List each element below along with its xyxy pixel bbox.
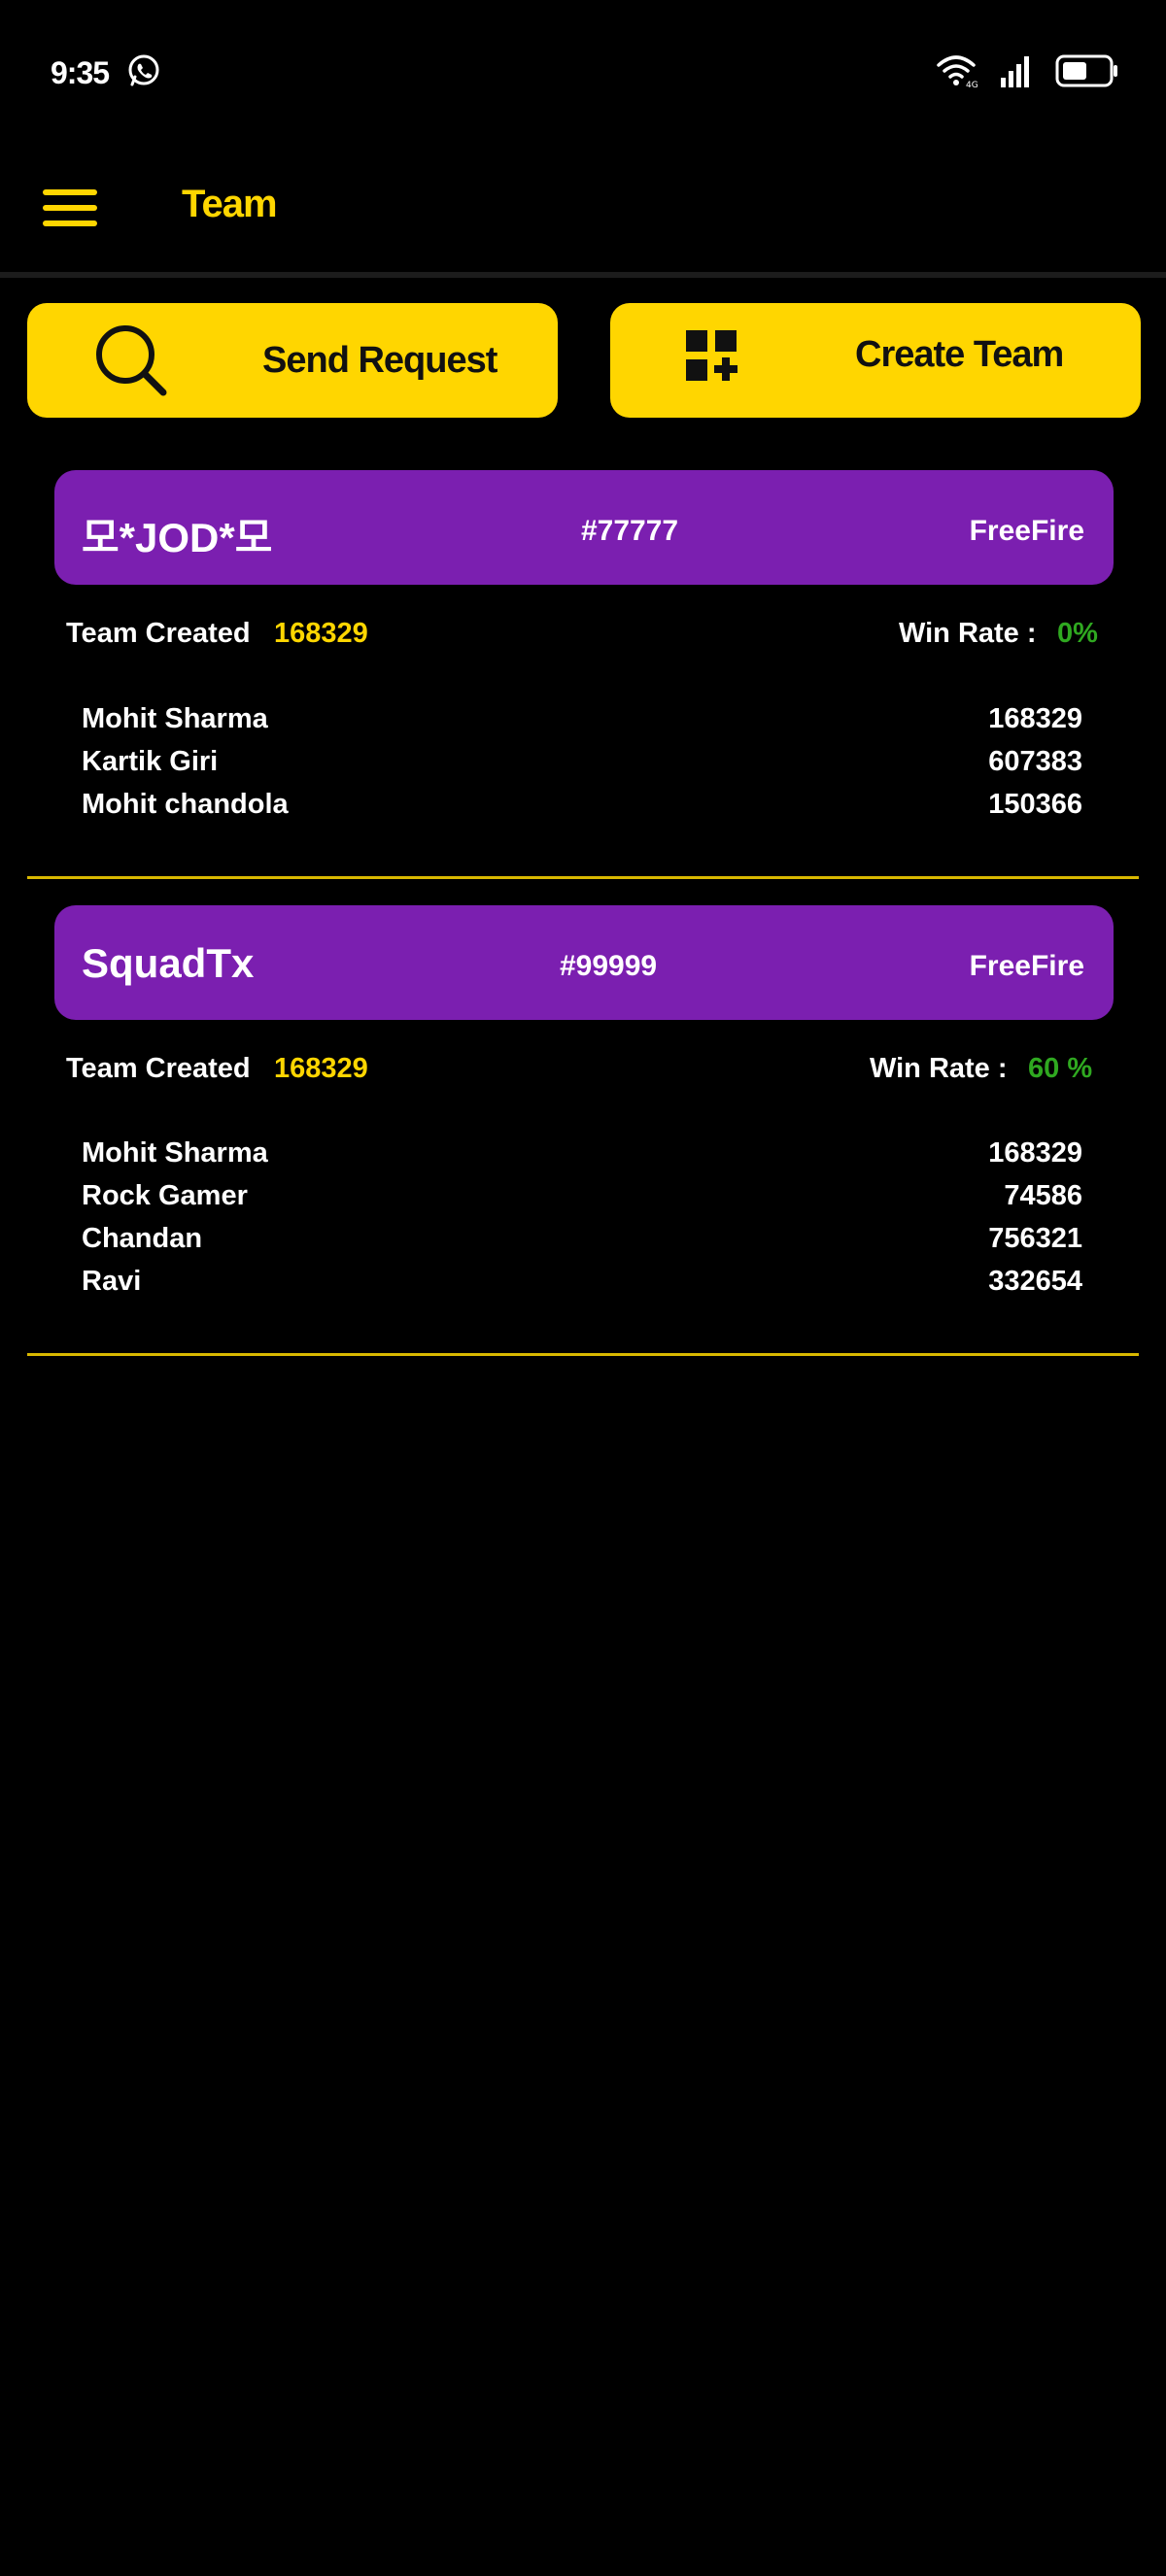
member-list: Mohit Sharma 168329 Rock Gamer 74586 Cha…: [82, 1132, 1082, 1303]
status-right: 4G: [935, 53, 1119, 93]
list-item: Mohit Sharma 168329: [82, 697, 1082, 740]
member-name: Mohit Sharma: [82, 1136, 268, 1169]
send-request-label: Send Request: [262, 340, 497, 381]
team-meta-row: Team Created 168329 Win Rate : 60 %: [0, 1053, 1166, 1092]
team-game: FreeFire: [969, 950, 1084, 982]
team-created-value: 168329: [274, 618, 368, 649]
search-icon: [93, 322, 171, 400]
create-team-label: Create Team: [855, 334, 1064, 375]
divider: [27, 1353, 1139, 1356]
member-id: 756321: [988, 1222, 1082, 1254]
list-item: Rock Gamer 74586: [82, 1174, 1082, 1217]
divider: [27, 876, 1139, 879]
member-name: Mohit Sharma: [82, 702, 268, 734]
team-name: 모*JOD*모: [82, 515, 273, 560]
team-created-label: Team Created: [66, 618, 251, 649]
team-created-value: 168329: [274, 1053, 368, 1084]
win-rate-value: 60 %: [1028, 1053, 1093, 1084]
win-rate-label: Win Rate :: [870, 1053, 1008, 1084]
member-id: 150366: [988, 788, 1082, 820]
win-rate-label: Win Rate :: [899, 618, 1037, 649]
member-id: 74586: [1004, 1179, 1082, 1211]
win-rate-value: 0%: [1057, 618, 1098, 649]
list-item: Mohit chandola 150366: [82, 783, 1082, 826]
list-item: Kartik Giri 607383: [82, 740, 1082, 783]
app-bar: Team: [0, 146, 1166, 278]
member-name: Ravi: [82, 1265, 142, 1297]
member-id: 607383: [988, 745, 1082, 777]
member-id: 168329: [988, 1136, 1082, 1169]
team-code: #99999: [560, 950, 658, 982]
team-game: FreeFire: [969, 515, 1084, 547]
member-name: Chandan: [82, 1222, 203, 1254]
team-header[interactable]: SquadTx #99999 FreeFire: [54, 905, 1114, 1020]
hamburger-menu-icon[interactable]: [43, 181, 97, 235]
member-list: Mohit Sharma 168329 Kartik Giri 607383 M…: [82, 697, 1082, 826]
status-bar: 9:35 4G: [0, 0, 1166, 146]
status-time: 9:35: [51, 54, 110, 90]
battery-icon: [1055, 54, 1119, 92]
wifi-icon: 4G: [935, 53, 978, 93]
team-created-label: Team Created: [66, 1053, 251, 1084]
svg-text:4G: 4G: [966, 81, 977, 88]
create-team-button[interactable]: Create Team: [610, 303, 1141, 418]
team-header[interactable]: 모*JOD*모 #77777 FreeFire: [54, 470, 1114, 585]
signal-icon: [999, 54, 1034, 92]
list-item: Mohit Sharma 168329: [82, 1132, 1082, 1174]
whatsapp-icon: [126, 53, 161, 93]
team-name: SquadTx: [82, 940, 255, 986]
list-item: Ravi 332654: [82, 1260, 1082, 1303]
member-id: 332654: [988, 1265, 1082, 1297]
grid-add-icon: [684, 328, 738, 383]
member-name: Rock Gamer: [82, 1179, 248, 1211]
page-title: Team: [182, 183, 278, 225]
status-left: 9:35: [51, 53, 161, 93]
send-request-button[interactable]: Send Request: [27, 303, 558, 418]
member-name: Mohit chandola: [82, 788, 289, 820]
team-code: #77777: [581, 515, 679, 547]
team-meta-row: Team Created 168329 Win Rate : 0%: [0, 618, 1166, 657]
list-item: Chandan 756321: [82, 1217, 1082, 1260]
member-id: 168329: [988, 702, 1082, 734]
member-name: Kartik Giri: [82, 745, 219, 777]
